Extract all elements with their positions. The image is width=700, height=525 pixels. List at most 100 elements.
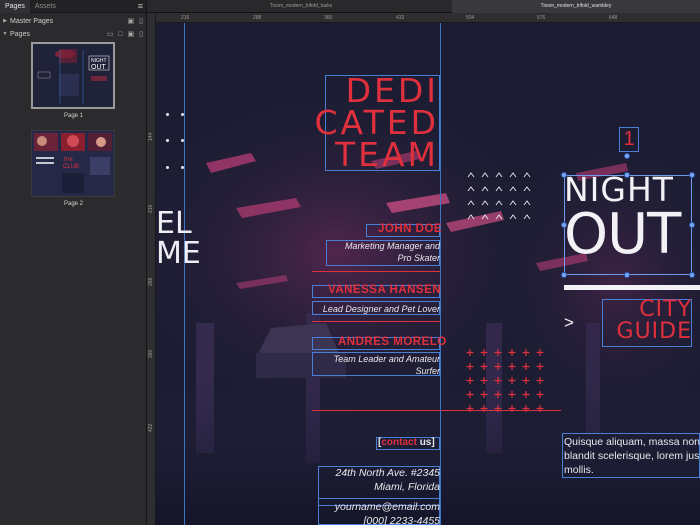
member-role-line: Team Leader and Amateur xyxy=(333,354,440,364)
pages-label: Pages xyxy=(10,31,30,38)
bullet-dot xyxy=(181,166,184,169)
document-canvas[interactable]: EL ME DEDI CATED TEAM JOHN DOE Marketing… xyxy=(156,23,700,525)
selection-handle[interactable] xyxy=(624,272,630,278)
ruler-tick: 216 xyxy=(148,204,154,213)
address-line: 24th North Ave. #2345 xyxy=(335,467,441,479)
add-page-icon[interactable]: □ xyxy=(118,28,122,41)
partial-line: EL xyxy=(156,206,192,241)
hamburger-menu-icon[interactable]: ≡ xyxy=(138,1,143,11)
page-1-thumbnail[interactable]: NIGHT OUT xyxy=(31,42,115,109)
page-1-label: Page 1 xyxy=(63,113,84,119)
page-2-preview: THE CLUB xyxy=(32,131,114,196)
ruler-tick: 648 xyxy=(609,15,618,21)
master-pages-row[interactable]: ▶ Master Pages ▣ ▯ xyxy=(0,15,147,28)
team-heading-line: TEAM xyxy=(334,135,439,174)
document-tab-wambley[interactable]: Tiosm_modern_trifold_wambley xyxy=(452,0,700,13)
body-line: mollis. xyxy=(564,464,594,476)
member-role-line: Pro Skater xyxy=(397,253,440,263)
selection-handle[interactable] xyxy=(561,222,567,228)
selection-handle[interactable] xyxy=(561,172,567,178)
member-name: JOHN DOE xyxy=(378,223,443,235)
document-tab-tasks[interactable]: Tiosm_modern_trifold_tasks xyxy=(157,0,445,13)
member-role: Lead Designer and Pet Lover xyxy=(306,303,440,315)
svg-text:CLUB: CLUB xyxy=(63,164,79,170)
bullet-dot xyxy=(166,139,169,142)
email-text: yourname@email.com xyxy=(334,501,440,513)
guide-line[interactable] xyxy=(184,23,185,525)
spread-icon[interactable]: ▭ xyxy=(107,28,114,41)
ruler-tick: 360 xyxy=(324,15,333,21)
member-role-line: Lead Designer and Pet Lover xyxy=(322,304,440,314)
ruler-tick: 216 xyxy=(181,15,190,21)
us-word: us xyxy=(419,437,432,448)
delete-icon[interactable]: ▯ xyxy=(139,28,143,41)
city-guide-line: GUIDE xyxy=(616,319,692,344)
selection-handle[interactable] xyxy=(689,272,695,278)
panel-tabs: Pages Assets xyxy=(0,0,146,13)
pages-panel: Pages Assets ≡ ▶ Master Pages ▣ ▯ ▼ Page… xyxy=(0,0,147,525)
contact-heading: [contact us] xyxy=(378,437,435,448)
divider-line xyxy=(312,410,440,411)
member-role: Team Leader and Amateur Surfer xyxy=(306,353,440,377)
selection-handle[interactable] xyxy=(624,172,630,178)
collapse-arrow-icon[interactable]: ▼ xyxy=(0,28,10,41)
svg-text:OUT: OUT xyxy=(91,64,107,71)
add-page-icon[interactable]: ▣ xyxy=(128,15,135,28)
page-2-thumbnail[interactable]: THE CLUB xyxy=(31,130,115,197)
team-heading: DEDI CATED TEAM xyxy=(306,74,439,174)
vertical-ruler: 144 216 288 360 432 xyxy=(147,13,156,525)
expand-arrow-icon[interactable]: ▶ xyxy=(0,15,10,28)
member-role-line: Marketing Manager and xyxy=(344,241,440,251)
contact-details: yourname@email.com [000] 2233-4455 xyxy=(306,500,440,525)
ruler-tick: 432 xyxy=(396,15,405,21)
ruler-tick: 144 xyxy=(148,132,154,141)
selection-box[interactable] xyxy=(564,175,692,275)
svg-text:THE: THE xyxy=(63,157,74,163)
caret-pattern xyxy=(466,171,546,231)
ruler-tick: 288 xyxy=(148,277,154,286)
tab-assets[interactable]: Assets xyxy=(30,0,61,13)
delete-icon[interactable]: ▯ xyxy=(139,15,143,28)
plus-pattern xyxy=(466,349,544,412)
ruler-tick: 576 xyxy=(537,15,546,21)
city-guide: CITY GUIDE xyxy=(602,299,692,343)
app-window: Pages Assets ≡ ▶ Master Pages ▣ ▯ ▼ Page… xyxy=(0,0,700,525)
selection-handle[interactable] xyxy=(689,222,695,228)
document-tab-bar: Tiosm_modern_trifold_tasks Tiosm_modern_… xyxy=(147,0,700,13)
address-block: 24th North Ave. #2345 Miami, Florida xyxy=(306,466,441,494)
bullet-dot xyxy=(181,139,184,142)
selection-handle[interactable] xyxy=(689,172,695,178)
caret-grid xyxy=(467,172,531,220)
pages-row[interactable]: ▼ Pages ▭ □ ▣ ▯ xyxy=(0,28,147,41)
bullet-dot xyxy=(166,113,169,116)
arrow-icon: > xyxy=(564,313,574,332)
body-line: blandit scelerisque, lorem justo xyxy=(564,450,700,462)
duplicate-icon[interactable]: ▣ xyxy=(128,28,135,41)
page-number: 1 xyxy=(623,128,635,150)
member-role: Marketing Manager and Pro Skater xyxy=(316,240,440,264)
city-guide-line: CITY xyxy=(639,297,692,322)
master-pages-actions: ▣ ▯ xyxy=(128,15,143,28)
address-line: Miami, Florida xyxy=(374,481,440,493)
master-pages-label: Master Pages xyxy=(10,18,54,25)
ruler-tick: 288 xyxy=(253,15,262,21)
member-role-line: Surfer xyxy=(415,366,440,376)
phone-text: [000] 2233-4455 xyxy=(363,515,440,525)
partial-line: ME xyxy=(156,236,201,271)
divider-line xyxy=(312,271,440,272)
guide-line[interactable] xyxy=(440,23,441,525)
horizontal-ruler: 216 288 360 432 504 576 648 xyxy=(147,13,700,23)
selection-handle[interactable] xyxy=(624,153,630,159)
white-bar xyxy=(564,285,700,290)
bullet-dot xyxy=(166,166,169,169)
ruler-tick: 432 xyxy=(148,423,154,432)
selection-handle[interactable] xyxy=(561,272,567,278)
partial-heading: EL ME xyxy=(156,209,201,269)
page-2-label: Page 2 xyxy=(63,201,84,207)
body-line: Quisque aliquam, massa non xyxy=(564,436,700,448)
bullet-dot xyxy=(181,113,184,116)
ruler-tick: 360 xyxy=(148,349,154,358)
tab-pages[interactable]: Pages xyxy=(0,0,30,13)
member-name: VANESSA HANSEN xyxy=(328,284,442,296)
divider-line xyxy=(441,410,561,411)
